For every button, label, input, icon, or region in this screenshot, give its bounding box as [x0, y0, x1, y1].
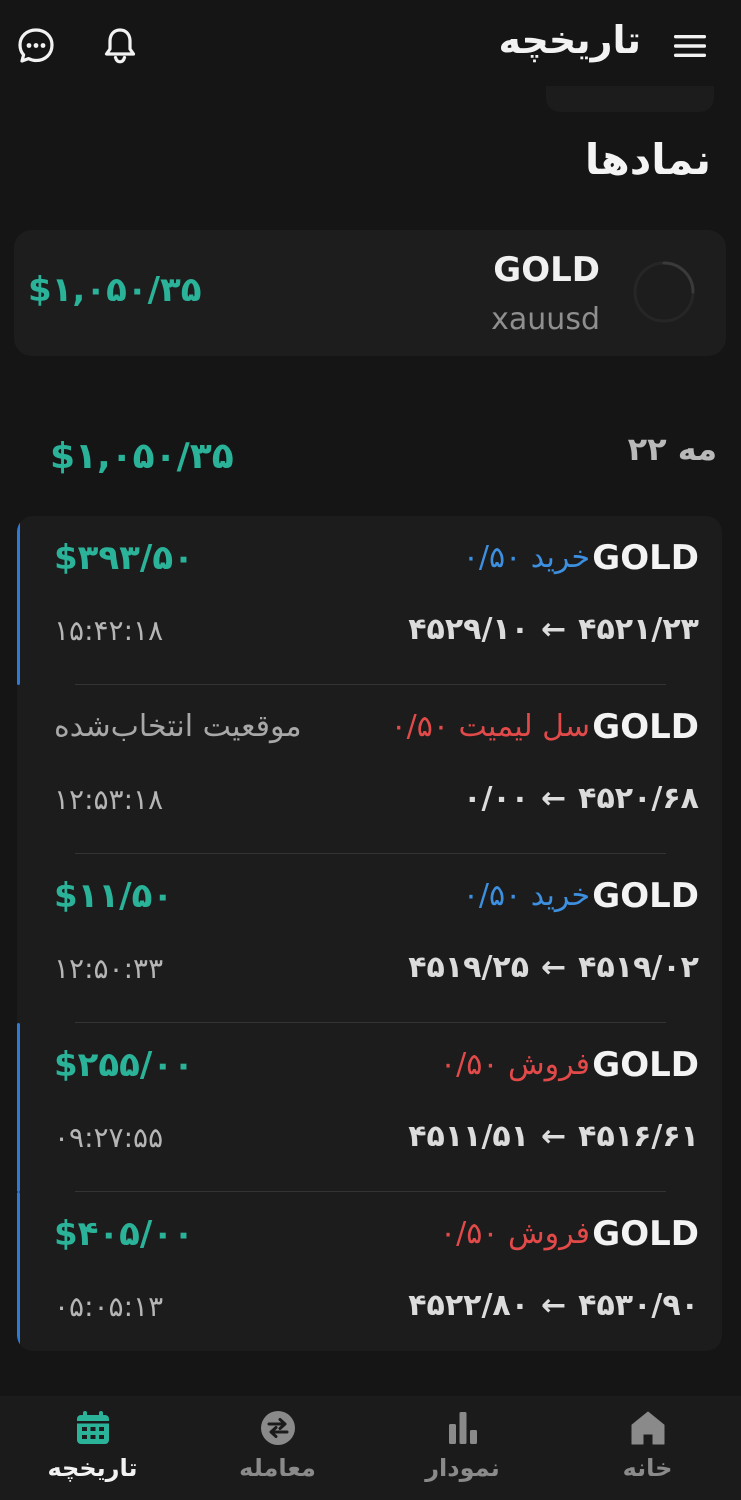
- bottom-navigation: تاریخچه معامله نمودار خانه: [0, 1396, 741, 1500]
- scroll-peek-element: [546, 86, 714, 112]
- close-price: ۴۵۲۲/۸۰: [408, 1288, 530, 1323]
- day-label: مه ۲۲: [627, 430, 717, 468]
- nav-label: تاریخچه: [47, 1454, 138, 1482]
- trade-profit: $۴۰۵/۰۰: [54, 1214, 194, 1254]
- trade-row[interactable]: GOLD سل لیمیت ۰/۵۰ موقعیت انتخاب‌شده ۴۵۲…: [17, 685, 722, 854]
- trade-row[interactable]: GOLD فروش ۰/۵۰ $۲۵۵/۰۰ ۴۵۱۶/۶۱ ← ۴۵۱۱/۵۱ ۰…: [17, 1023, 722, 1192]
- trade-symbol: GOLD: [592, 538, 699, 578]
- arrow-left-icon: ←: [541, 612, 567, 647]
- arrow-left-icon: ←: [541, 781, 567, 816]
- calendar-icon: [75, 1410, 111, 1446]
- selection-accent: [17, 1192, 20, 1351]
- trade-side: فروش ۰/۵۰: [440, 1216, 590, 1251]
- trades-list: GOLD خرید ۰/۵۰ $۳۹۳/۵۰ ۴۵۲۱/۲۳ ← ۴۵۲۹/۱۰ ۱…: [17, 516, 722, 1351]
- trade-prices: ۴۵۱۶/۶۱ ← ۴۵۱۱/۵۱: [408, 1119, 699, 1154]
- nav-item-home[interactable]: خانه: [555, 1396, 740, 1500]
- day-total: $۱,۰۵۰/۳۵: [50, 436, 234, 477]
- trade-prices: ۴۵۱۹/۰۲ ← ۴۵۱۹/۲۵: [408, 950, 699, 985]
- trade-side: سل لیمیت ۰/۵۰: [390, 709, 590, 744]
- trade-symbol: GOLD: [592, 876, 699, 916]
- loading-spinner-icon: [632, 260, 696, 324]
- trade-prices: ۴۵۲۰/۶۸ ← ۰/۰۰: [463, 781, 699, 816]
- top-bar: تاریخچه: [0, 0, 741, 92]
- trade-prices: ۴۵۲۱/۲۳ ← ۴۵۲۹/۱۰: [408, 612, 699, 647]
- chat-icon[interactable]: [8, 18, 64, 74]
- hamburger-menu-icon[interactable]: [662, 18, 718, 74]
- open-price: ۴۵۲۰/۶۸: [578, 781, 699, 816]
- trade-profit: $۱۱/۵۰: [54, 876, 174, 916]
- trade-status: موقعیت انتخاب‌شده: [54, 709, 302, 744]
- symbol-card[interactable]: GOLD xauusd $۱,۰۵۰/۳۵: [14, 230, 726, 356]
- trade-profit: $۲۵۵/۰۰: [54, 1045, 194, 1085]
- trade-side: فروش ۰/۵۰: [440, 1047, 590, 1082]
- selection-accent: [17, 1023, 20, 1192]
- section-title: نمادها: [584, 135, 711, 184]
- symbol-code: xauusd: [491, 302, 600, 337]
- bell-icon[interactable]: [92, 18, 148, 74]
- trade-row[interactable]: GOLD خرید ۰/۵۰ $۳۹۳/۵۰ ۴۵۲۱/۲۳ ← ۴۵۲۹/۱۰ ۱…: [17, 516, 722, 685]
- close-price: ۴۵۱۱/۵۱: [408, 1119, 530, 1154]
- trade-time: ۰۵:۰۵:۱۳: [54, 1290, 164, 1323]
- open-price: ۴۵۲۱/۲۳: [578, 612, 699, 647]
- close-price: ۴۵۲۹/۱۰: [408, 612, 530, 647]
- trade-time: ۱۲:۵۰:۳۳: [54, 952, 164, 985]
- trade-symbol: GOLD: [592, 1214, 699, 1254]
- nav-label: خانه: [622, 1454, 673, 1482]
- open-price: ۴۵۱۹/۰۲: [578, 950, 699, 985]
- symbol-value: $۱,۰۵۰/۳۵: [28, 270, 202, 310]
- open-price: ۴۵۱۶/۶۱: [578, 1119, 699, 1154]
- trade-side: خرید ۰/۵۰: [462, 878, 590, 913]
- trade-row[interactable]: GOLD فروش ۰/۵۰ $۴۰۵/۰۰ ۴۵۳۰/۹۰ ← ۴۵۲۲/۸۰ ۰…: [17, 1192, 722, 1351]
- open-price: ۴۵۳۰/۹۰: [578, 1288, 699, 1323]
- app-root: تاریخچه نمادها GOLD xauusd $۱,۰۵۰/۳۵ مه …: [0, 0, 741, 1500]
- nav-label: معامله: [239, 1454, 316, 1482]
- trade-symbol: GOLD: [592, 707, 699, 747]
- home-icon: [630, 1410, 666, 1446]
- symbol-name: GOLD: [493, 250, 600, 290]
- trade-profit: $۳۹۳/۵۰: [54, 538, 194, 578]
- trade-side: خرید ۰/۵۰: [462, 540, 590, 575]
- nav-label: نمودار: [425, 1454, 500, 1482]
- nav-item-trade[interactable]: معامله: [185, 1396, 370, 1500]
- trade-time: ۰۹:۲۷:۵۵: [54, 1121, 164, 1154]
- trade-row[interactable]: GOLD خرید ۰/۵۰ $۱۱/۵۰ ۴۵۱۹/۰۲ ← ۴۵۱۹/۲۵ ۱۲…: [17, 854, 722, 1023]
- trade-symbol: GOLD: [592, 1045, 699, 1085]
- nav-item-chart[interactable]: نمودار: [370, 1396, 555, 1500]
- trade-time: ۱۲:۵۳:۱۸: [54, 783, 164, 816]
- trade-time: ۱۵:۴۲:۱۸: [54, 614, 164, 647]
- close-price: ۰/۰۰: [463, 781, 530, 816]
- exchange-icon: [260, 1410, 296, 1446]
- bar-chart-icon: [445, 1410, 481, 1446]
- page-title: تاریخچه: [498, 18, 642, 62]
- arrow-left-icon: ←: [541, 1119, 567, 1154]
- trade-prices: ۴۵۳۰/۹۰ ← ۴۵۲۲/۸۰: [408, 1288, 699, 1323]
- nav-item-history[interactable]: تاریخچه: [0, 1396, 185, 1500]
- close-price: ۴۵۱۹/۲۵: [408, 950, 530, 985]
- selection-accent: [17, 516, 20, 685]
- arrow-left-icon: ←: [541, 1288, 567, 1323]
- arrow-left-icon: ←: [541, 950, 567, 985]
